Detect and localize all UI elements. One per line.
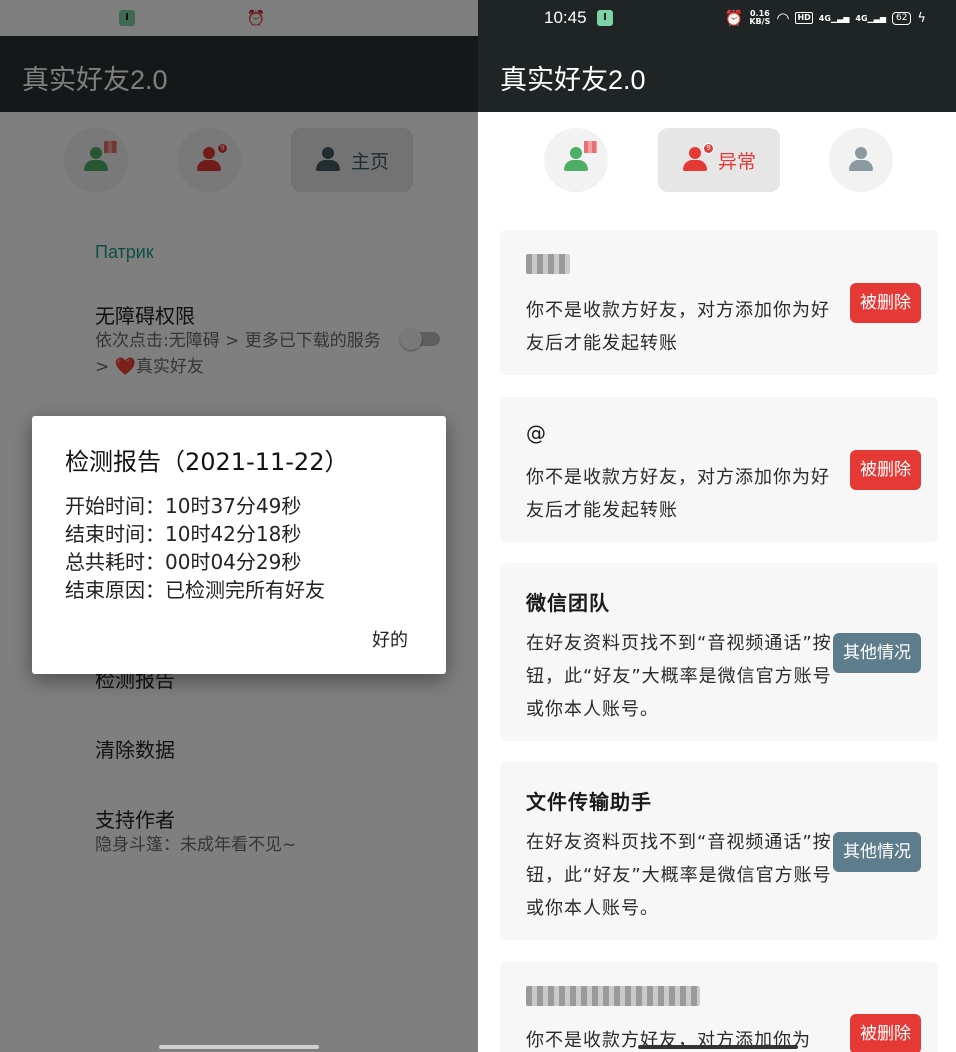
dialog-line: 结束原因：已检测完所有好友 <box>65 578 325 602</box>
tab-abnormal-label: 异常 <box>717 150 756 173</box>
other-case-tag[interactable]: 其他情况 <box>833 832 921 872</box>
deleted-tag[interactable]: 被删除 <box>850 283 921 323</box>
download-icon <box>597 10 613 26</box>
hd-icon: HD <box>795 12 813 24</box>
friend-name: 微信团队 <box>526 591 610 615</box>
friend-status-message: 你不是收款方好友，对方添加你为好友后才能发起转账 <box>526 300 830 354</box>
left-screen: 10:45 ⏰ 3.00 KB/S ◠ HD 4G▁▃▅ 4G▁▃▅ 63 ϟ … <box>0 0 478 1052</box>
person-icon <box>848 147 874 173</box>
status-icons: ⏰ 0.16 KB/S ◠ HD 4G▁▃▅ 4G▁▃▅ 62 ϟ <box>725 9 926 27</box>
friend-name-blurred <box>526 254 570 274</box>
friend-status-message: 在好友资料页找不到“音视频通话”按钮，此“好友”大概率是微信官方账号或你本人账号… <box>526 633 832 720</box>
status-bar: 10:45 ⏰ 0.16 KB/S ◠ HD 4G▁▃▅ 4G▁▃▅ 62 ϟ <box>478 0 956 36</box>
status-time: 10:45 <box>544 8 587 27</box>
deleted-tag[interactable]: 被删除 <box>850 450 921 490</box>
friend-name-blurred <box>526 986 700 1006</box>
friend-card[interactable]: 你不是收款方好友，对方添加你为好友后才能发起转账 被删除 <box>500 230 938 375</box>
dialog-line: 总共耗时：00时04分29秒 <box>65 550 302 574</box>
friend-card[interactable]: 文件传输助手 在好友资料页找不到“音视频通话”按钮，此“好友”大概率是微信官方账… <box>500 762 938 940</box>
friend-status-message: 你不是收款方好友，对方添加你为好友后才能发起转账 <box>526 467 830 521</box>
network-speed-unit: KB/S <box>749 17 771 26</box>
signal-icon: 4G▁▃▅ <box>818 13 850 23</box>
other-case-tag[interactable]: 其他情况 <box>833 633 921 673</box>
app-bar: 真实好友2.0 <box>478 36 956 112</box>
charging-icon: ϟ <box>917 10 926 26</box>
friend-name: 文件传输助手 <box>526 790 652 814</box>
wifi-icon: ◠ <box>776 9 790 27</box>
app-title: 真实好友2.0 <box>500 65 646 95</box>
tab-home[interactable] <box>829 128 893 192</box>
person-icon <box>563 141 597 173</box>
nav-handle[interactable] <box>638 1045 798 1049</box>
person-icon: 9 <box>682 143 714 173</box>
battery-level: 62 <box>895 12 908 23</box>
tab-abnormal[interactable]: 9 异常 <box>658 128 780 192</box>
friend-name: @ <box>526 421 547 445</box>
alarm-icon: ⏰ <box>724 9 744 27</box>
ok-button[interactable]: 好的 <box>372 626 408 652</box>
dialog-title: 检测报告（2021-11-22） <box>65 448 349 476</box>
tab-normal[interactable] <box>544 128 608 192</box>
friend-card[interactable]: @ 你不是收款方好友，对方添加你为好友后才能发起转账 被删除 <box>500 397 938 542</box>
report-dialog: 检测报告（2021-11-22） 开始时间：10时37分49秒 结束时间：10时… <box>32 416 446 674</box>
tab-bar: 9 异常 <box>478 112 956 208</box>
signal-icon-2: 4G▁▃▅ <box>855 13 886 23</box>
dialog-line: 开始时间：10时37分49秒 <box>65 494 302 518</box>
friend-card[interactable]: 微信团队 在好友资料页找不到“音视频通话”按钮，此“好友”大概率是微信官方账号或… <box>500 563 938 741</box>
network-speed: 0.16 KB/S <box>749 10 770 26</box>
nav-handle[interactable] <box>159 1045 319 1049</box>
badge-count: 9 <box>702 143 714 154</box>
battery-icon: 62 <box>891 11 912 25</box>
dialog-line: 结束时间：10时42分18秒 <box>65 522 302 546</box>
deleted-tag[interactable]: 被删除 <box>850 1014 921 1052</box>
friend-card[interactable]: 你不是收款方好友，对方添加你为 被删除 <box>500 962 938 1052</box>
friend-status-message: 在好友资料页找不到“音视频通话”按钮，此“好友”大概率是微信官方账号或你本人账号… <box>526 832 832 919</box>
